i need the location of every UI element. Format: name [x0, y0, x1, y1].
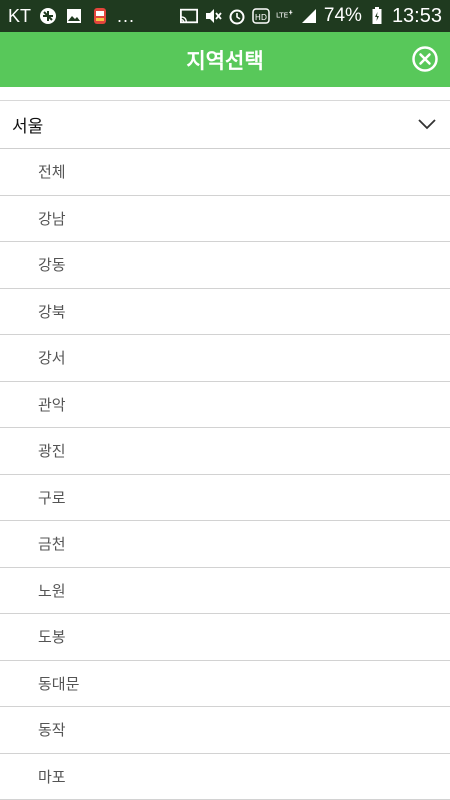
- district-item-dongdaemun[interactable]: 동대문: [0, 661, 450, 707]
- district-item-gangdong[interactable]: 강동: [0, 242, 450, 289]
- district-item-nowon[interactable]: 노원: [0, 568, 450, 614]
- district-item-mapo[interactable]: 마포: [0, 754, 450, 800]
- district-label: 마포: [38, 767, 66, 786]
- image-icon: [65, 7, 83, 25]
- screen: KT ... HD LTE 74% 13:53 지역선택 서울 전체 강남 강동…: [0, 0, 450, 800]
- district-list: 전체 강남 강동 강북 강서 관악 광진 구로 금천 노원 도봉 동대문 동작 …: [0, 149, 450, 800]
- status-bar-left: KT ...: [8, 6, 135, 27]
- alarm-icon: [228, 7, 246, 25]
- lte-icon: LTE: [276, 7, 294, 25]
- district-label: 강북: [38, 302, 66, 321]
- district-item-geumcheon[interactable]: 금천: [0, 521, 450, 568]
- carrier-label: KT: [8, 5, 32, 26]
- header-spacer: [0, 87, 450, 101]
- battery-icon: [368, 7, 386, 25]
- close-button[interactable]: [412, 46, 438, 72]
- district-item-all[interactable]: 전체: [0, 149, 450, 196]
- district-label: 도봉: [38, 628, 66, 647]
- district-label: 광진: [38, 442, 66, 461]
- cast-icon: [179, 7, 198, 25]
- district-label: 동작: [38, 721, 66, 740]
- district-item-dobong[interactable]: 도봉: [0, 614, 450, 661]
- district-item-gangbuk[interactable]: 강북: [0, 289, 450, 335]
- status-bar: KT ... HD LTE 74% 13:53: [0, 0, 450, 32]
- district-label: 강남: [38, 209, 66, 228]
- district-item-guro[interactable]: 구로: [0, 475, 450, 521]
- app-header: 지역선택: [0, 32, 450, 87]
- close-circle-icon: [412, 46, 438, 72]
- district-label: 관악: [38, 395, 66, 414]
- district-label: 강동: [38, 256, 66, 275]
- district-label: 노원: [38, 581, 66, 600]
- district-label: 금천: [38, 535, 66, 554]
- no-fly-icon: [39, 7, 57, 25]
- battery-percent: 74%: [323, 5, 362, 26]
- clock: 13:53: [391, 4, 442, 27]
- signal-icon: [300, 7, 318, 25]
- district-label: 전체: [38, 163, 66, 182]
- mute-icon: [204, 7, 222, 25]
- district-item-gangseo[interactable]: 강서: [0, 335, 450, 382]
- chevron-down-icon: [418, 119, 436, 130]
- district-label: 동대문: [38, 674, 80, 693]
- district-item-dongjak[interactable]: 동작: [0, 707, 450, 754]
- district-item-gwangjin[interactable]: 광진: [0, 428, 450, 475]
- district-item-gwanak[interactable]: 관악: [0, 382, 450, 428]
- district-label: 구로: [38, 488, 66, 507]
- more-notifications-indicator: ...: [117, 5, 136, 26]
- district-item-gangnam[interactable]: 강남: [0, 196, 450, 242]
- region-dropdown[interactable]: 서울: [0, 101, 450, 149]
- svg-text:LTE: LTE: [276, 11, 289, 20]
- app-icon: [91, 7, 109, 25]
- district-label: 강서: [38, 349, 66, 368]
- svg-text:HD: HD: [255, 13, 267, 22]
- hd-icon: HD: [252, 7, 270, 25]
- region-label: 서울: [12, 117, 44, 137]
- status-bar-right: HD LTE 74% 13:53: [179, 4, 442, 28]
- page-title: 지역선택: [186, 48, 264, 73]
